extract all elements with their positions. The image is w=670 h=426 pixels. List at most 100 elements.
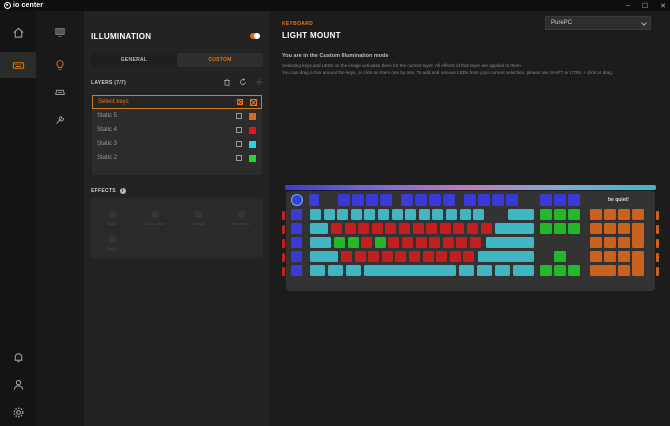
layer-color-swatch[interactable] [249,126,256,134]
key[interactable] [374,237,386,248]
effect-ripple[interactable]: Ripple [93,229,131,251]
key[interactable] [310,209,321,220]
layer-select-keys[interactable]: Select keys [92,95,262,109]
key[interactable] [432,209,444,220]
key[interactable] [291,251,302,262]
section-tools[interactable] [36,109,84,131]
key[interactable] [540,265,552,276]
key[interactable] [632,223,644,248]
key[interactable] [415,194,427,206]
key[interactable] [554,223,566,234]
key[interactable] [338,194,350,206]
key[interactable] [310,223,328,234]
key[interactable] [467,223,478,234]
key[interactable] [470,237,481,248]
key[interactable] [344,223,356,234]
effect-tornado[interactable]: Tornado [179,204,217,226]
key[interactable] [464,194,476,206]
key[interactable] [495,265,510,276]
key[interactable] [590,237,602,248]
side-led[interactable] [282,225,285,234]
layer-color-swatch[interactable] [249,154,256,162]
key[interactable] [618,223,630,234]
key[interactable] [291,237,302,248]
side-led[interactable] [282,239,285,248]
key[interactable] [604,223,616,234]
effect-color-wave[interactable]: Color wave [136,204,174,226]
key[interactable] [590,265,616,276]
nav-notifications[interactable] [0,344,36,370]
trash-icon[interactable] [223,78,231,86]
side-led[interactable] [282,267,285,276]
volume-knob[interactable] [291,194,303,206]
key[interactable] [540,209,552,220]
layer-color-swatch[interactable] [249,140,256,148]
key[interactable] [442,237,454,248]
key[interactable] [540,194,552,206]
key[interactable] [568,223,580,234]
key[interactable] [354,251,366,262]
key[interactable] [453,223,465,234]
key[interactable] [604,209,616,220]
key[interactable] [337,209,349,220]
key[interactable] [323,209,335,220]
key[interactable] [443,194,455,206]
section-keys[interactable] [36,81,84,103]
key[interactable] [480,223,492,234]
key[interactable] [604,237,616,248]
led-strip[interactable] [285,185,656,190]
keyboard-preview[interactable]: be quiet! [282,185,659,292]
key[interactable] [310,265,325,276]
key[interactable] [391,209,403,220]
key[interactable] [568,209,580,220]
tab-custom[interactable]: CUSTOM [177,53,263,67]
key[interactable] [347,237,359,248]
key[interactable] [405,209,417,220]
key[interactable] [364,209,376,220]
key[interactable] [492,194,504,206]
side-led[interactable] [656,267,659,276]
key[interactable] [459,209,471,220]
key[interactable] [366,194,378,206]
device-dropdown[interactable]: PurePC [545,16,651,30]
layer-static-3[interactable]: Static 3 [92,137,262,151]
key[interactable] [291,223,302,234]
key[interactable] [368,251,380,262]
effect-breathing[interactable]: Breathing [222,204,260,226]
key[interactable] [478,251,534,262]
key[interactable] [554,194,566,206]
key[interactable] [436,251,448,262]
layer-static-5[interactable]: Static 5 [92,109,262,123]
key[interactable] [508,209,534,220]
maximize-button[interactable]: ☐ [642,2,648,10]
add-icon[interactable] [255,78,263,86]
nav-keyboard[interactable] [0,52,36,78]
layer-static-2[interactable]: Static 2 [92,151,262,165]
key[interactable] [477,265,492,276]
layer-color-swatch[interactable] [250,99,257,106]
minimize-button[interactable]: – [626,2,630,9]
key[interactable] [309,194,319,206]
key[interactable] [402,237,413,248]
key[interactable] [604,251,616,262]
key[interactable] [378,209,389,220]
key[interactable] [590,209,602,220]
key[interactable] [506,194,518,206]
key[interactable] [364,265,456,276]
key[interactable] [401,194,413,206]
key[interactable] [486,237,534,248]
key[interactable] [361,237,373,248]
key[interactable] [540,223,552,234]
key[interactable] [449,251,461,262]
key[interactable] [331,223,342,234]
key[interactable] [446,209,457,220]
nav-settings[interactable] [0,399,36,425]
key[interactable] [395,251,407,262]
key[interactable] [352,194,364,206]
key[interactable] [439,223,451,234]
key[interactable] [412,223,424,234]
key[interactable] [409,251,420,262]
key[interactable] [399,223,410,234]
key[interactable] [380,194,392,206]
side-led[interactable] [282,211,285,220]
